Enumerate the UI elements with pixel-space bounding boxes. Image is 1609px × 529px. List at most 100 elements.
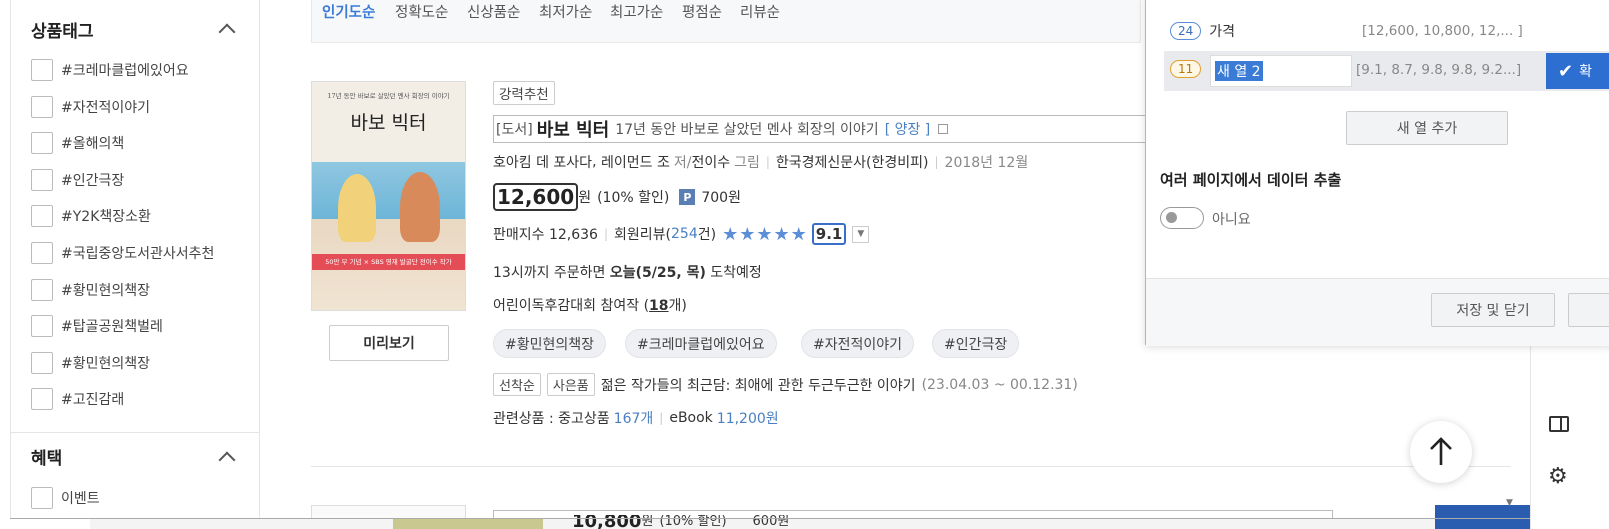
author-link[interactable]: 호아킴 데 포사다 <box>493 152 592 172</box>
filter-checkbox-tag[interactable]: #황민현의책장 <box>31 277 150 303</box>
hashtag-chip[interactable]: #크레마클럽에있어요 <box>625 329 777 358</box>
publish-date: 2018년 12월 <box>944 155 1029 171</box>
author-link[interactable]: 레이먼드 조 <box>601 152 670 172</box>
checkbox[interactable] <box>31 315 53 338</box>
browser-side-rail: ⚙ <box>1530 340 1609 529</box>
book-title[interactable]: 바보 빅터 <box>537 116 610 142</box>
popup-icon[interactable] <box>938 124 949 134</box>
add-column-button[interactable]: 새 열 추가 <box>1346 111 1508 145</box>
filter-checkbox-tag[interactable]: #탑골공원책벌레 <box>31 313 163 339</box>
cover-tagline: 17년 동안 바보로 살았던 멘사 회장의 이야기 <box>327 92 450 100</box>
checkbox[interactable] <box>31 487 53 509</box>
checkbox[interactable] <box>31 168 53 191</box>
hashtag-chip[interactable]: #황민현의책장 <box>493 329 607 358</box>
filter-checkbox-tag[interactable]: #크레마클럽에있어요 <box>31 57 189 83</box>
collapse-chevron-icon[interactable] <box>218 23 236 41</box>
dialog-footer: 저장 및 닫기 <box>1146 278 1609 346</box>
hashtag-chip[interactable]: #자전적이야기 <box>801 329 915 358</box>
filter-checkbox-tag[interactable]: #고진감래 <box>31 386 124 412</box>
review-count[interactable]: 254 <box>671 226 698 242</box>
publisher-link[interactable]: 한국경제신문사(한경비피) <box>776 152 929 172</box>
checkbox-label: #Y2K책장소환 <box>61 209 151 226</box>
price-row: 12,600 원 (10% 할인) P 700원 <box>493 183 741 211</box>
illustrator-link[interactable]: 전이수 <box>691 152 730 172</box>
sort-option-4[interactable]: 최고가순 <box>610 1 663 22</box>
checkbox[interactable] <box>31 351 53 374</box>
benefit-section-title: 혜택 <box>31 449 63 469</box>
award-info: 어린이독후감대회 참여작 (18개) <box>493 295 687 315</box>
delivery-date: 오늘(5/25, 목) <box>609 265 706 281</box>
checkbox[interactable] <box>31 59 53 81</box>
used-count-link[interactable]: 167개 <box>614 408 654 428</box>
promo-text[interactable]: 젊은 작가들의 최근담: 최애에 관한 두근두근한 이야기 <box>601 375 916 395</box>
cover-figure <box>400 172 440 242</box>
filter-checkbox-event[interactable]: 이벤트 <box>31 485 100 511</box>
cover-band: 50만 부 기념 × SBS 영재 발굴단 전이수 작가 <box>312 254 465 270</box>
sidebar-toggle-icon[interactable] <box>1549 416 1569 432</box>
save-and-close-button[interactable]: 저장 및 닫기 <box>1431 293 1555 327</box>
sort-option-6[interactable]: 리뷰순 <box>740 1 780 22</box>
checkbox-label: #고진감래 <box>61 392 125 409</box>
checkbox[interactable] <box>31 278 53 301</box>
filter-checkbox-tag[interactable]: #올해의책 <box>31 130 124 156</box>
hashtag-chip[interactable]: #인간극장 <box>932 329 1020 358</box>
settings-gear-icon[interactable]: ⚙ <box>1548 466 1570 488</box>
checkbox[interactable] <box>31 205 53 228</box>
promo-date: (23.04.03 ~ 00.12.31) <box>921 376 1078 393</box>
secondary-button[interactable] <box>1568 293 1609 327</box>
column-row-selected[interactable]: 11 새 열 2 [9.1, 8.7, 9.8, 9.8, 9.2...] <box>1164 51 1609 91</box>
checkbox-label: #인간극장 <box>61 172 125 189</box>
ebook-price-link[interactable]: 11,200원 <box>717 408 779 428</box>
title-row: [도서] 바보 빅터 17년 동안 바보로 살았던 멘사 회장의 이야기 [ 양… <box>493 115 1150 143</box>
award-count[interactable]: 18 <box>649 298 668 314</box>
column-name-input[interactable]: 새 열 2 <box>1210 55 1352 87</box>
multi-page-label: 여러 페이지에서 데이터 추출 <box>1160 171 1342 189</box>
check-icon: ✔ <box>1558 60 1574 82</box>
checkbox[interactable] <box>31 132 53 155</box>
filter-checkbox-tag[interactable]: #Y2K책장소환 <box>31 203 151 229</box>
column-name: 가격 <box>1209 24 1236 40</box>
checkbox[interactable] <box>31 388 53 411</box>
sort-option-0[interactable]: 인기도순 <box>322 1 375 22</box>
window-edge <box>10 518 1609 519</box>
column-row[interactable]: 24 가격 [12,600, 10,800, 12,... ] <box>1170 21 1609 41</box>
column-count-badge: 24 <box>1170 22 1202 40</box>
checkbox[interactable] <box>31 95 53 118</box>
scroll-to-top-button[interactable] <box>1410 421 1472 483</box>
rating-score: 9.1 <box>811 223 847 245</box>
related-label: 관련상품 : 중고상품 <box>493 411 610 427</box>
filter-checkbox-tag[interactable]: #자전적이야기 <box>31 94 150 120</box>
checkbox-label: #황민현의책장 <box>61 355 151 372</box>
filter-checkbox-tag[interactable]: #인간극장 <box>31 167 124 193</box>
checkbox-label: 이벤트 <box>61 491 100 507</box>
checkbox-label: #황민현의책장 <box>61 282 151 299</box>
sort-option-3[interactable]: 최저가순 <box>539 1 592 22</box>
multi-page-toggle[interactable] <box>1160 207 1204 229</box>
award-text: 개) <box>668 298 687 314</box>
column-preview: [12,600, 10,800, 12,... ] <box>1362 23 1523 39</box>
related-row: 관련상품 : 중고상품 167개 | eBook 11,200원 <box>493 408 779 428</box>
collapse-chevron-icon[interactable] <box>218 451 236 469</box>
price-unit: 원 <box>578 190 592 206</box>
filter-checkbox-tag[interactable]: #황민현의책장 <box>31 350 150 376</box>
stats-row: 판매지수 12,636 | 회원리뷰(254 건) ★★★★★ 9.1 ▼ <box>493 223 870 245</box>
toggle-knob <box>1166 212 1177 223</box>
divider <box>11 432 260 433</box>
recommend-badge: 강력추천 <box>493 81 555 105</box>
checkbox[interactable] <box>31 242 53 264</box>
preview-button[interactable]: 미리보기 <box>329 325 449 361</box>
confirm-button[interactable]: ✔ 확 <box>1546 53 1609 89</box>
binding-label: [ 양장 ] <box>884 122 931 138</box>
data-extraction-dialog: 24 가격 [12,600, 10,800, 12,... ] 11 새 열 2… <box>1145 0 1609 346</box>
checkbox-label: #국립중앙도서관사서추천 <box>61 246 215 262</box>
delivery-text: 13시까지 주문하면 <box>493 265 610 281</box>
sort-option-5[interactable]: 평점순 <box>682 1 722 22</box>
sort-option-1[interactable]: 정확도순 <box>395 1 448 22</box>
chevron-down-icon[interactable]: ▼ <box>852 225 870 243</box>
sale-price: 12,600 <box>493 183 579 211</box>
sort-option-2[interactable]: 신상품순 <box>467 1 520 22</box>
scroll-down-arrow-icon[interactable]: ▼ <box>1506 498 1513 508</box>
filter-checkbox-tag[interactable]: #국립중앙도서관사서추천 <box>31 240 214 266</box>
book-cover-image[interactable]: 17년 동안 바보로 살았던 멘사 회장의 이야기 바보 빅터 50만 부 기념… <box>311 81 466 311</box>
divider <box>311 466 1511 467</box>
